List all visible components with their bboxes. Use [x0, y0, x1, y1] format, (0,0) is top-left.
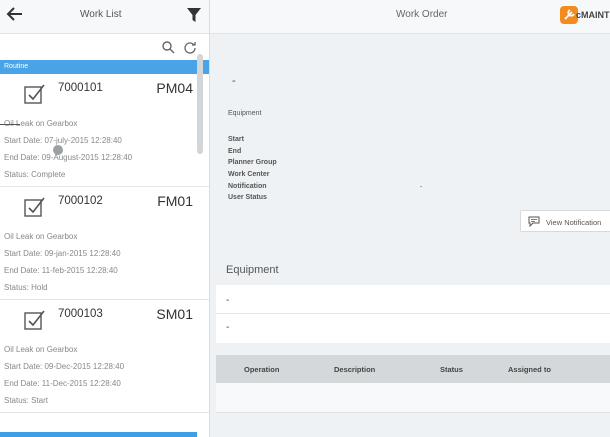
work-order-end-date: End Date: 11-Dec-2015 12:28:40	[4, 379, 121, 388]
equipment-label: Equipment	[228, 110, 262, 117]
equipment-row: -	[226, 295, 230, 306]
work-list-title: Work List	[80, 9, 122, 20]
field-end: End	[228, 148, 242, 155]
work-order-item[interactable]: 7000101 PM04 Oil Leak on Gearbox Start D…	[0, 74, 209, 187]
brand-name: cMAINTENAI	[576, 10, 610, 20]
search-row	[0, 34, 209, 60]
work-order-title: Work Order	[396, 9, 448, 20]
scrollbar-thumb[interactable]	[197, 54, 203, 154]
view-notification-label: View Notification	[546, 218, 602, 227]
work-list-pane: Work List Routine 7000101 PM04 Oil Leak …	[0, 0, 210, 437]
work-order-item[interactable]: 7000102 FM01 Oil Leak on Gearbox Start D…	[0, 187, 209, 300]
notification-value: -	[420, 184, 423, 191]
group-header-routine: Routine	[0, 60, 209, 74]
field-user-status: User Status	[228, 194, 267, 201]
work-order-end-date: End Date: 11-feb-2015 12:28:40	[4, 266, 118, 275]
operations-table-header: Operation Description Status Assigned to	[216, 355, 610, 383]
pointer-line	[0, 124, 20, 125]
work-order-description: Oil Leak on Gearbox	[4, 345, 78, 354]
field-notification: Notification	[228, 183, 267, 190]
divider	[216, 313, 610, 314]
column-status[interactable]: Status	[440, 365, 463, 374]
work-order-number: 7000102	[58, 195, 103, 207]
equipment-section-title: Equipment	[226, 264, 279, 276]
column-operation[interactable]: Operation	[244, 365, 279, 374]
work-order-status: Status: Hold	[4, 283, 48, 292]
arrow-left-icon[interactable]	[6, 6, 26, 24]
checkbox-icon[interactable]	[24, 84, 46, 104]
search-icon[interactable]	[161, 40, 175, 54]
view-notification-button[interactable]: View Notification	[520, 210, 610, 232]
table-row[interactable]	[216, 383, 610, 413]
column-description[interactable]: Description	[334, 365, 375, 374]
work-order-detail-pane: Work Order cMAINTENAI - Equipment Start …	[210, 0, 610, 437]
work-order-start-date: Start Date: 09-jan-2015 12:28:40	[4, 249, 121, 258]
equipment-panel: - -	[216, 285, 610, 343]
work-order-start-date: Start Date: 09-Dec-2015 12:28:40	[4, 362, 125, 371]
touch-cursor	[53, 145, 63, 155]
work-order-number: 7000103	[58, 308, 103, 320]
refresh-icon[interactable]	[183, 40, 197, 54]
work-order-item[interactable]: 7000103 SM01 Oil Leak on Gearbox Start D…	[0, 300, 209, 413]
work-order-start-date: Start Date: 07-july-2015 12:28:40	[4, 136, 122, 145]
checkbox-icon[interactable]	[24, 197, 46, 217]
work-order-type: FM01	[157, 193, 193, 209]
next-group-bar	[0, 432, 197, 437]
field-planner-group: Planner Group	[228, 159, 277, 166]
work-list-header: Work List	[0, 0, 209, 34]
checkbox-icon[interactable]	[24, 310, 46, 330]
work-order-description: Oil Leak on Gearbox	[4, 232, 78, 241]
work-order-status: Status: Start	[4, 396, 49, 405]
filter-icon[interactable]	[187, 7, 201, 23]
field-work-center: Work Center	[228, 171, 270, 178]
equipment-row: -	[226, 322, 230, 333]
work-order-header: Work Order cMAINTENAI	[210, 0, 610, 34]
app-root: Work List Routine 7000101 PM04 Oil Leak …	[0, 0, 610, 437]
work-order-type: PM04	[156, 80, 193, 96]
comment-icon	[528, 216, 540, 228]
work-order-type: SM01	[156, 306, 193, 322]
field-start: Start	[228, 136, 244, 143]
work-order-heading: -	[232, 75, 236, 87]
work-order-end-date: End Date: 09-August-2015 12:28:40	[4, 153, 133, 162]
column-assigned-to[interactable]: Assigned to	[508, 365, 551, 374]
work-order-number: 7000101	[58, 82, 103, 94]
work-order-status: Status: Complete	[4, 170, 66, 179]
